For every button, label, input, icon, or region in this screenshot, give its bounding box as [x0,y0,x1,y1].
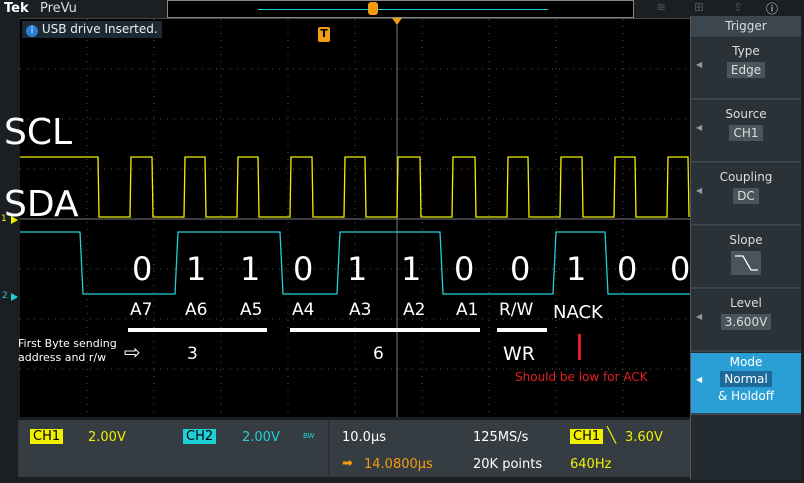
sample-rate[interactable]: 125MS/s [473,430,528,445]
trigger-frequency: 640Hz [570,457,612,472]
underline-rw [497,328,547,332]
trigger-mode[interactable]: ◀ Mode Normal & Holdoff [691,353,801,415]
coupling-label: Coupling [719,170,773,184]
trigger-overview-marker [368,2,378,15]
falling-slope-icon[interactable] [731,251,761,275]
horizontal-position-icon: ➡ [342,456,353,471]
type-value[interactable]: Edge [726,62,766,78]
type-label: Type [732,44,760,58]
source-label: Source [725,107,767,121]
bandwidth-limit-icon: BW [303,432,315,440]
record-length[interactable]: 20K points [473,457,542,472]
level-label: Level [730,296,762,310]
timebase[interactable]: 10.0µs [342,430,386,445]
scl-label: SCL [4,112,73,153]
hex-digit-high: 3 [187,344,198,364]
trigger-source[interactable]: ◀ Source CH1 [691,101,801,163]
bit-value: 1 [401,250,422,288]
bit-name: NACK [553,302,603,323]
bit-name: A4 [292,300,315,320]
acquisition-mode: PreVu [40,1,77,16]
nack-mark [578,334,581,360]
falling-edge-icon: ╲ [607,426,617,444]
trigger-level[interactable]: 3.60V [625,430,663,445]
ch1-scale[interactable]: 2.00V [88,430,126,445]
trigger-source-badge[interactable]: CH1 [570,429,604,444]
bit-value: 1 [186,250,207,288]
bit-value: 0 [510,250,531,288]
ch2-badge[interactable]: CH2 [183,429,217,444]
byte-note: First Byte sending address and r/w [18,337,117,364]
mode-label: Mode [729,355,763,369]
export-icon[interactable]: ⇪ [733,0,743,14]
trigger-level-item[interactable]: ◀ Level 3.600V [691,290,801,352]
top-bar: Tek PreVu ≋ ⊞ ⇪ ⓘ [0,0,804,18]
coupling-value[interactable]: DC [733,188,759,204]
bit-value: 1 [240,250,261,288]
bit-value: 0 [670,250,691,288]
network-icon[interactable]: ⊞ [694,0,704,14]
source-value[interactable]: CH1 [729,125,763,141]
bit-name: R/W [499,300,534,320]
trigger-coupling[interactable]: ◀ Coupling DC [691,164,801,226]
bit-name: A3 [349,300,372,320]
arrow-right-icon: ⇨ [124,340,141,364]
ch1-badge[interactable]: CH1 [30,429,64,444]
mode-sub: & Holdoff [717,389,775,403]
bit-name: A7 [130,300,153,320]
rw-value: WR [503,343,535,365]
bit-value: 1 [566,250,587,288]
slope-label: Slope [729,233,763,247]
trigger-panel-title: Trigger [691,16,801,37]
trigger-time-marker[interactable] [392,18,402,25]
level-value[interactable]: 3.600V [720,314,772,330]
usb-notice: i USB drive Inserted. [22,21,162,38]
info-icon: i [26,25,38,37]
help-icon[interactable]: ⓘ [766,0,778,17]
trigger-panel: Trigger ◀ Type Edge ◀ Source CH1 ◀ Coupling DC… [690,16,801,480]
bit-name: A6 [185,300,208,320]
bit-value: 0 [132,250,153,288]
waveform-overview[interactable] [167,0,634,18]
usb-notice-text: USB drive Inserted. [41,22,158,36]
brand-logo: Tek [4,1,29,16]
hex-digit-low: 6 [373,344,384,364]
bit-value: 0 [293,250,314,288]
bit-value: 0 [454,250,475,288]
ack-note: Should be low for ACK [515,370,648,384]
bit-name: A2 [403,300,426,320]
bit-value: 1 [347,250,368,288]
mode-value[interactable]: Normal [720,371,772,387]
wifi-icon: ≋ [656,0,667,14]
underline-a7-a5 [128,328,267,332]
trigger-position-marker[interactable]: T [318,27,330,42]
sda-label: SDA [4,184,79,225]
horizontal-position[interactable]: 14.0800µs [364,457,433,472]
ch2-marker[interactable]: 2 [2,291,8,301]
ch2-scale[interactable]: 2.00V [242,430,280,445]
status-bar: CH1 2.00V CH2 2.00V BW 10.0µs ➡ 14.0800µ… [18,420,690,477]
bit-name: A5 [240,300,263,320]
trigger-slope[interactable]: Slope [691,227,801,289]
bit-name: A1 [456,300,479,320]
bit-value: 0 [617,250,638,288]
underline-a4-a1 [290,328,480,332]
ch2-level-arrow [11,293,18,301]
trigger-type[interactable]: ◀ Type Edge [691,38,801,100]
